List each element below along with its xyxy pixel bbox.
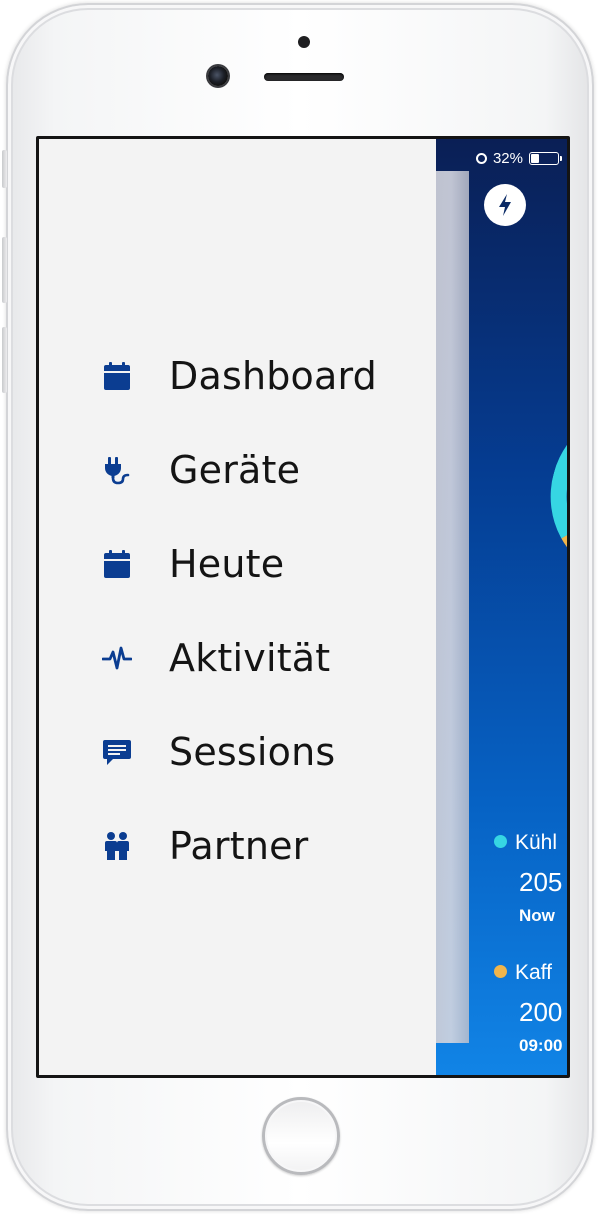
pulse-icon: [99, 640, 135, 676]
status-bar: 32%: [475, 147, 562, 169]
navigation-drawer: Dashboard Geräte Heute Aktivität Session…: [39, 139, 436, 1075]
proximity-sensor: [298, 36, 310, 48]
menu-item-label: Partner: [169, 824, 309, 868]
battery-level: [531, 153, 540, 163]
front-camera: [208, 66, 228, 86]
device-time: Now: [519, 906, 555, 925]
menu-item-label: Heute: [169, 542, 285, 586]
device-value: 205: [519, 867, 563, 897]
device-color-dot: [494, 835, 507, 848]
mute-switch: [2, 150, 7, 188]
phone-screen: 32% Kühl 205 Now Kaff 200 09:00 Dashboar…: [36, 136, 570, 1078]
menu-item-partner[interactable]: Partner: [39, 799, 436, 893]
power-button[interactable]: [484, 184, 526, 226]
plug-icon: [99, 452, 135, 488]
menu-item-aktivitaet[interactable]: Aktivität: [39, 611, 436, 705]
calendar-icon: [99, 546, 135, 582]
device-entry[interactable]: Kaff 200 09:00: [494, 961, 562, 1056]
device-color-dot: [494, 965, 507, 978]
people-icon: [99, 828, 135, 864]
alarm-icon: [475, 152, 487, 164]
device-entry[interactable]: Kühl 205 Now: [494, 831, 562, 926]
chat-icon: [99, 734, 135, 770]
device-name: Kaff: [515, 961, 552, 984]
earpiece-speaker: [264, 73, 344, 81]
menu-item-dashboard[interactable]: Dashboard: [39, 329, 436, 423]
volume-down-button: [2, 327, 7, 393]
device-time: 09:00: [519, 1036, 563, 1055]
home-button[interactable]: [262, 1097, 340, 1175]
menu-item-heute[interactable]: Heute: [39, 517, 436, 611]
consumption-ring-chart: [531, 391, 567, 597]
menu-item-label: Sessions: [169, 730, 336, 774]
menu-item-label: Geräte: [169, 448, 301, 492]
battery-percent: 32%: [492, 149, 523, 167]
menu-item-label: Aktivität: [169, 636, 331, 680]
volume-up-button: [2, 237, 7, 303]
menu-item-label: Dashboard: [169, 354, 377, 398]
device-value: 200: [519, 997, 563, 1027]
battery-icon: [529, 151, 562, 165]
drawer-menu: Dashboard Geräte Heute Aktivität Session…: [39, 329, 436, 893]
device-name: Kühl: [515, 831, 558, 854]
calendar-icon: [99, 358, 135, 394]
lightning-bolt-icon: [499, 194, 511, 216]
menu-item-geraete[interactable]: Geräte: [39, 423, 436, 517]
menu-item-sessions[interactable]: Sessions: [39, 705, 436, 799]
